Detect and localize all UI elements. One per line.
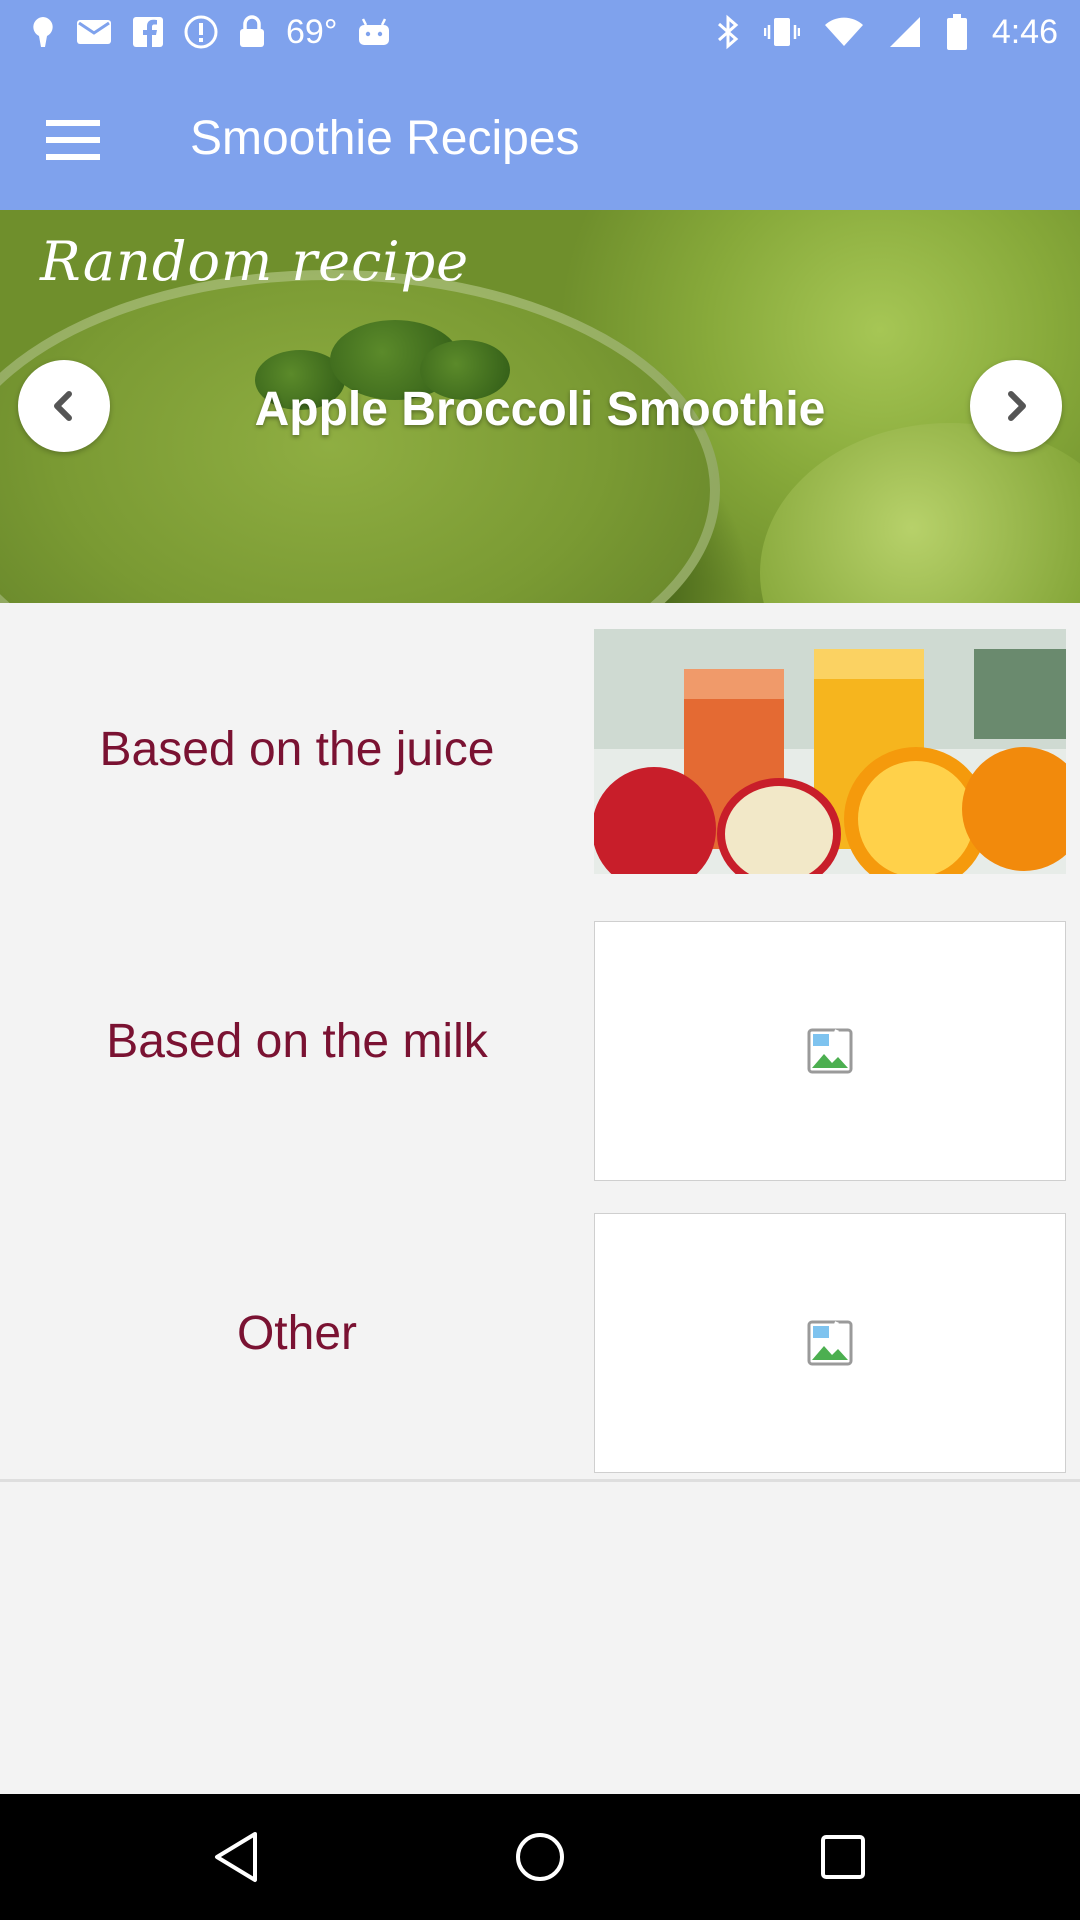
signal-icon [888, 15, 922, 49]
category-row-other[interactable]: Other [0, 1187, 1080, 1482]
home-circle-icon [516, 1833, 564, 1881]
next-recipe-button[interactable] [970, 360, 1062, 452]
wifi-icon [824, 16, 864, 48]
category-label: Based on the juice [99, 722, 495, 776]
bluetooth-icon [716, 14, 740, 50]
location-pin-icon [30, 15, 56, 49]
app-bar: Smoothie Recipes [0, 63, 1080, 210]
temperature-text: 69° [286, 12, 338, 51]
hamburger-menu-icon [46, 120, 100, 160]
broken-image-icon [807, 1320, 853, 1366]
previous-recipe-button[interactable] [18, 360, 110, 452]
category-image [594, 921, 1066, 1181]
system-navigation-bar [0, 1794, 1080, 1920]
facebook-icon [132, 16, 164, 48]
status-left-icons: 69° [30, 10, 391, 54]
category-image [594, 1213, 1066, 1473]
app-title: Smoothie Recipes [190, 112, 580, 165]
green-apple-image [760, 423, 1080, 603]
clock-text: 4:46 [991, 12, 1058, 51]
back-button[interactable] [203, 1824, 269, 1890]
back-triangle-icon [215, 1832, 257, 1882]
juice-photo [594, 629, 1066, 889]
home-button[interactable] [507, 1824, 573, 1890]
alert-icon [184, 15, 218, 49]
recipe-title[interactable]: Apple Broccoli Smoothie [0, 382, 1080, 437]
menu-button[interactable] [36, 103, 110, 177]
recents-button[interactable] [810, 1824, 876, 1890]
status-bar: 69° 4:46 [0, 0, 1080, 63]
category-label: Other [236, 1306, 358, 1360]
category-label: Based on the milk [106, 1014, 488, 1068]
lock-icon [238, 15, 266, 49]
chevron-right-icon [1008, 391, 1026, 421]
category-row-milk[interactable]: Based on the milk [0, 895, 1080, 1190]
battery-icon [946, 13, 968, 51]
broken-image-icon [807, 1028, 853, 1074]
android-icon [357, 17, 391, 47]
random-recipe-banner[interactable]: Random recipe Apple Broccoli Smoothie [0, 210, 1080, 603]
category-row-juice[interactable]: Based on the juice [0, 603, 1080, 898]
status-right-icons: 4:46 [716, 10, 1058, 54]
chevron-left-icon [54, 391, 72, 421]
random-recipe-caption: Random recipe [40, 230, 470, 293]
recents-square-icon [821, 1835, 865, 1879]
vibrate-icon [763, 14, 800, 50]
mail-icon [76, 18, 112, 46]
